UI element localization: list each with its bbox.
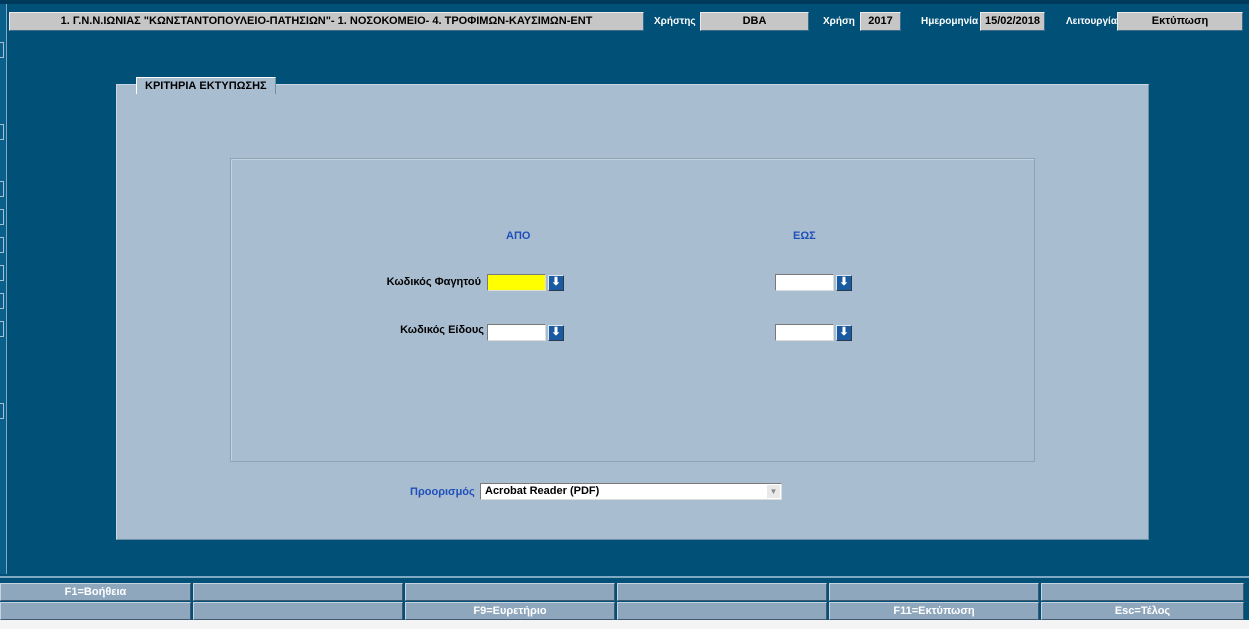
item-code-from-lov-button[interactable]: ⬇ xyxy=(548,325,564,341)
function-key-empty[interactable] xyxy=(405,583,615,601)
date-label: Ημερομηνία xyxy=(921,16,979,27)
food-code-from-lov-button[interactable]: ⬇ xyxy=(548,275,564,291)
food-code-label: Κωδικός Φαγητού xyxy=(386,276,481,288)
left-rail-handle[interactable] xyxy=(0,42,4,58)
from-column-header: ΑΠΟ xyxy=(506,230,531,242)
window-title-strip xyxy=(0,0,1249,4)
left-rail-handle[interactable] xyxy=(0,293,4,309)
function-value: Εκτύπωση xyxy=(1117,12,1243,31)
destination-label: Προορισμός xyxy=(410,486,475,498)
organization-title: 1. Γ.Ν.Ν.ΙΩΝΙΑΣ "ΚΩΝΣΤΑΝΤΟΠΟΥΛΕΙΟ-ΠΑΤΗΣΙ… xyxy=(9,12,644,31)
function-key-empty[interactable] xyxy=(617,602,827,620)
left-rail-handle[interactable] xyxy=(0,209,4,225)
arrow-down-icon: ⬇ xyxy=(551,326,561,338)
food-code-from-input[interactable] xyxy=(487,274,546,291)
panel-title: ΚΡΙΤΗΡΙΑ ΕΚΤΥΠΩΣΗΣ xyxy=(136,77,276,94)
left-rail-handle[interactable] xyxy=(0,181,4,197)
function-label: Λειτουργία xyxy=(1066,16,1117,27)
item-code-from-input[interactable] xyxy=(487,324,546,341)
f11-print-key[interactable]: F11=Εκτύπωση xyxy=(829,602,1039,620)
arrow-down-icon: ⬇ xyxy=(551,276,561,288)
user-value: DBA xyxy=(700,12,809,31)
item-code-label: Κωδικός Είδους xyxy=(400,324,484,336)
left-rail-handle[interactable] xyxy=(0,124,4,140)
left-rail-handle[interactable] xyxy=(0,237,4,253)
left-rail-handle[interactable] xyxy=(0,265,4,281)
function-key-empty[interactable] xyxy=(1041,583,1244,601)
year-value: 2017 xyxy=(860,12,901,31)
function-key-empty[interactable] xyxy=(617,583,827,601)
to-column-header: ΕΩΣ xyxy=(793,230,816,242)
food-code-to-input[interactable] xyxy=(775,274,834,291)
left-toolbar-rail xyxy=(0,4,7,574)
taskbar-strip xyxy=(0,620,1249,629)
food-code-to-lov-button[interactable]: ⬇ xyxy=(836,275,852,291)
destination-select[interactable]: Acrobat Reader (PDF) ▼ xyxy=(480,483,782,500)
esc-exit-key[interactable]: Esc=Τέλος xyxy=(1041,602,1244,620)
criteria-frame xyxy=(230,158,1035,462)
dropdown-arrow-icon[interactable]: ▼ xyxy=(767,485,780,498)
f9-index-key[interactable]: F9=Ευρετήριο xyxy=(405,602,615,620)
f1-help-key[interactable]: F1=Βοήθεια xyxy=(0,583,191,601)
arrow-down-icon: ⬇ xyxy=(839,326,849,338)
function-key-empty[interactable] xyxy=(193,602,403,620)
left-rail-handle[interactable] xyxy=(0,321,4,337)
destination-value: Acrobat Reader (PDF) xyxy=(485,485,600,497)
arrow-down-icon: ⬇ xyxy=(839,276,849,288)
function-key-empty[interactable] xyxy=(0,602,191,620)
item-code-to-lov-button[interactable]: ⬇ xyxy=(836,325,852,341)
year-label: Χρήση xyxy=(823,16,855,27)
function-key-separator xyxy=(0,576,1249,578)
item-code-to-input[interactable] xyxy=(775,324,834,341)
function-key-empty[interactable] xyxy=(193,583,403,601)
function-key-empty[interactable] xyxy=(829,583,1039,601)
date-value: 15/02/2018 xyxy=(980,12,1045,31)
user-label: Χρήστης xyxy=(654,16,696,27)
left-rail-handle[interactable] xyxy=(0,403,4,419)
